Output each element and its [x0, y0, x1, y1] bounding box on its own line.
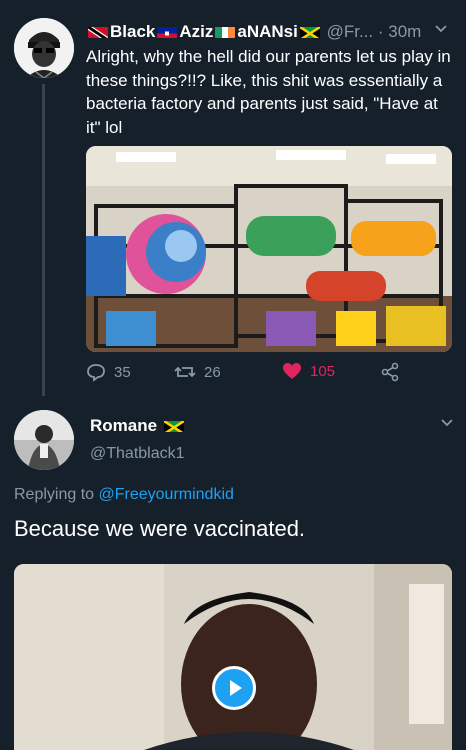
timestamp[interactable]: 30m — [388, 22, 421, 41]
reply-display-name-text: Romane — [90, 416, 158, 435]
reply-display-name[interactable]: Romane — [90, 416, 186, 436]
display-name-part-3[interactable]: aNANsi — [237, 22, 297, 41]
play-icon[interactable] — [212, 666, 256, 710]
reply-text: Because we were vaccinated. — [14, 516, 306, 541]
chevron-down-icon[interactable] — [440, 416, 454, 433]
retweet-icon — [174, 362, 196, 382]
ireland-flag-icon — [215, 25, 236, 38]
reply-media[interactable] — [14, 564, 452, 750]
heart-icon — [282, 362, 302, 380]
replying-to: Replying to @Freeyourmindkid — [14, 486, 234, 504]
reply-icon — [86, 362, 106, 382]
retweet-count: 26 — [204, 363, 221, 381]
trinidad-flag-icon — [88, 25, 108, 38]
tweet-text: Alright, why the hell did our parents le… — [86, 47, 451, 137]
reply-count: 35 — [114, 363, 131, 381]
tweet-image[interactable] — [86, 146, 452, 352]
reply-avatar-photo — [14, 410, 74, 470]
reply-avatar[interactable] — [14, 410, 74, 470]
display-name-part-1[interactable]: Black — [110, 22, 155, 41]
replying-to-label: Replying to — [14, 486, 95, 503]
jamaica-flag-icon — [299, 25, 320, 38]
haiti-flag-icon — [157, 25, 178, 38]
reply-handle[interactable]: @Thatblack1 — [90, 445, 185, 463]
handle[interactable]: @Fr... — [327, 22, 374, 41]
tweet-actions: 35 26 105 — [86, 362, 406, 388]
playground-photo — [86, 146, 452, 352]
replying-to-link[interactable]: @Freeyourmindkid — [99, 486, 234, 503]
avatar-illustration — [14, 18, 74, 78]
thread-line — [42, 84, 45, 396]
chevron-down-icon[interactable] — [434, 22, 448, 39]
tweet-header: Black Aziz aNANsi @Fr... · 30m — [86, 22, 456, 44]
retweet-button[interactable]: 26 — [174, 362, 221, 382]
share-button[interactable] — [380, 362, 400, 382]
avatar[interactable] — [14, 18, 74, 78]
reply-media-frame — [14, 564, 452, 750]
share-icon — [380, 362, 400, 382]
reply-tweet[interactable]: Romane @Thatblack1 Replying to @Freeyour… — [0, 396, 466, 750]
like-count: 105 — [310, 362, 336, 380]
tweet[interactable]: Black Aziz aNANsi @Fr... · 30m Alright, … — [0, 0, 466, 396]
display-name-part-2[interactable]: Aziz — [179, 22, 213, 41]
reply-button[interactable]: 35 — [86, 362, 131, 382]
separator: · — [377, 22, 384, 41]
like-button[interactable]: 105 — [282, 362, 335, 380]
jamaica-flag-icon — [163, 419, 184, 432]
